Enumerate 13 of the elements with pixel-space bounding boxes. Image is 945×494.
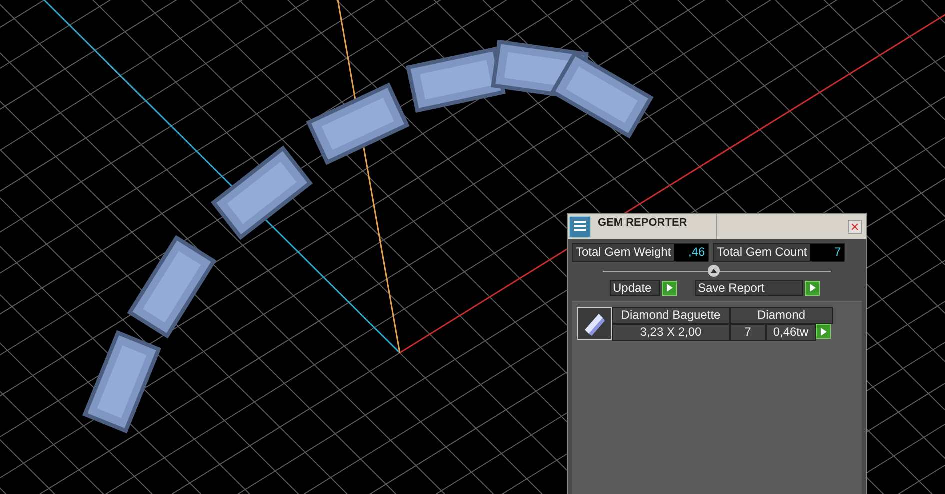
- action-button[interactable]: Update: [610, 280, 660, 296]
- collapse-handle-icon[interactable]: [708, 265, 720, 277]
- gem-weight-cell: 0,46tw: [766, 324, 816, 341]
- action-button[interactable]: Save Report: [695, 280, 803, 296]
- gem-size-cell: 3,23 X 2,00: [612, 324, 730, 341]
- gem-count-cell: 7: [730, 324, 766, 341]
- baguette-gem-icon: [577, 307, 612, 340]
- close-icon: [851, 222, 859, 230]
- window-title: GEM REPORTER: [598, 216, 688, 231]
- close-button[interactable]: [848, 220, 862, 234]
- gem-name-cell: Diamond Baguette: [612, 307, 730, 324]
- report-icon: [569, 216, 591, 238]
- gem-material-cell: Diamond: [730, 307, 833, 324]
